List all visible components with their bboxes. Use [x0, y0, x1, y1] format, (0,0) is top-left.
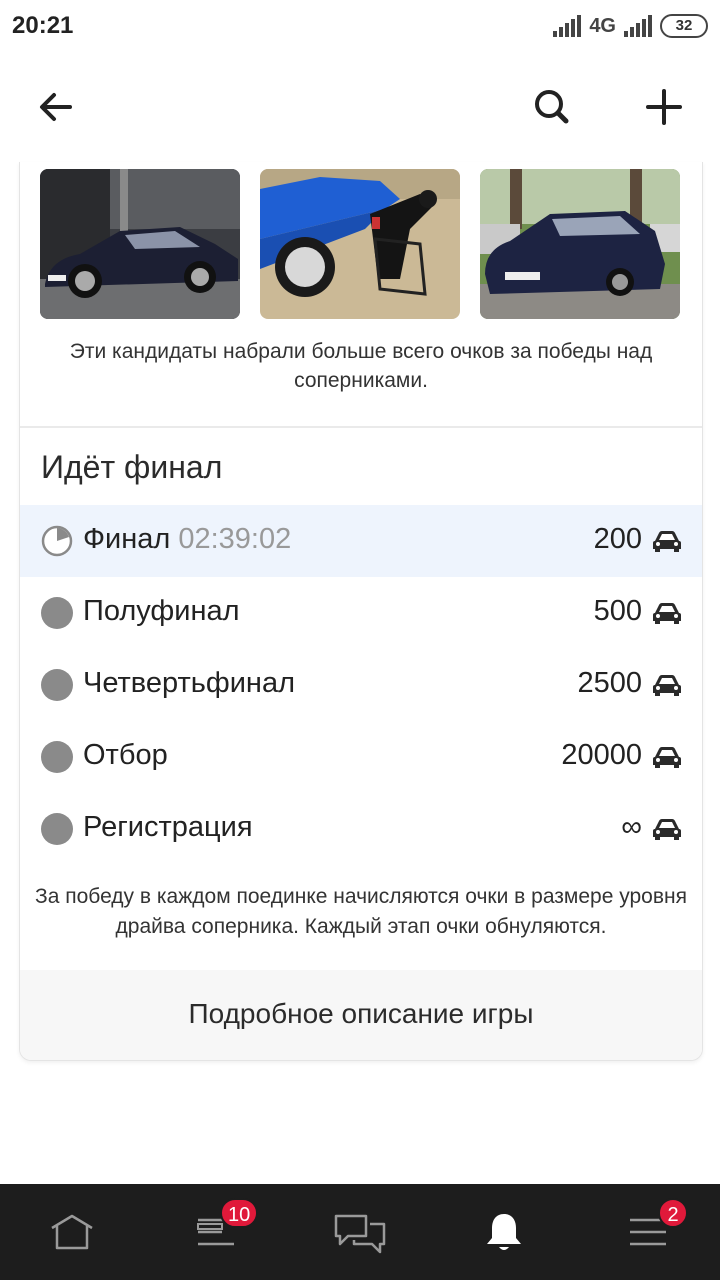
nav-home[interactable]	[0, 1184, 144, 1280]
status-time: 20:21	[12, 12, 74, 39]
stage-name: Отбор	[83, 739, 168, 771]
tournament-card: Эти кандидаты набрали больше всего очков…	[19, 162, 703, 1061]
car-icon	[653, 603, 681, 624]
car-photo-3	[480, 169, 680, 319]
leader-photo-2[interactable]	[260, 169, 460, 319]
leaders-caption: Эти кандидаты набрали больше всего очков…	[69, 340, 653, 392]
stage-points: 20000	[561, 739, 642, 771]
app-bar	[0, 52, 720, 162]
messages-icon	[334, 1214, 386, 1254]
stage-dot-icon	[41, 669, 73, 701]
nav-messages[interactable]	[288, 1184, 432, 1280]
back-arrow-icon	[40, 93, 72, 121]
car-photo-2	[260, 169, 460, 319]
stage-row-registration[interactable]: Регистрация ∞	[20, 793, 702, 865]
stage-dot-icon	[41, 597, 73, 629]
feed-badge: 10	[220, 1198, 259, 1228]
stage-row-quarterfinal[interactable]: Четвертьфинал 2500	[20, 649, 702, 721]
nav-menu[interactable]: 2	[576, 1184, 720, 1280]
car-photo-1	[40, 169, 240, 319]
stage-name: Финал 02:39:02	[83, 523, 292, 555]
content-area: Эти кандидаты набрали больше всего очков…	[0, 162, 720, 1184]
car-icon	[653, 747, 681, 768]
network-type: 4G	[589, 14, 616, 37]
leader-photos	[40, 169, 680, 319]
battery-level: 32	[660, 14, 708, 38]
back-button[interactable]	[26, 77, 86, 137]
timer-pie-icon	[41, 525, 73, 557]
section-divider	[20, 426, 702, 428]
leader-photo-1[interactable]	[40, 169, 240, 319]
stage-row-final[interactable]: Финал 02:39:02 200	[20, 505, 702, 577]
car-icon	[653, 819, 681, 840]
stage-row-semifinal[interactable]: Полуфинал 500	[20, 577, 702, 649]
game-description-button[interactable]: Подробное описание игры	[20, 970, 702, 1060]
add-button[interactable]	[634, 77, 694, 137]
stage-points: 200	[593, 523, 642, 555]
stage-name: Четвертьфинал	[83, 667, 295, 699]
car-icon	[653, 531, 681, 552]
leader-photo-3[interactable]	[480, 169, 680, 319]
stage-row-selection[interactable]: Отбор 20000	[20, 721, 702, 793]
signal-icon-2	[624, 15, 652, 37]
nav-notifications[interactable]	[432, 1184, 576, 1280]
search-button[interactable]	[522, 77, 582, 137]
nav-feed[interactable]: 10	[144, 1184, 288, 1280]
stage-points: 500	[593, 595, 642, 627]
status-bar: 20:21 4G 32	[0, 0, 720, 52]
home-icon	[51, 1214, 93, 1250]
rules-text: За победу в каждом поединке начисляются …	[35, 885, 687, 938]
plus-icon	[646, 89, 682, 125]
stage-timer: 02:39:02	[178, 523, 292, 555]
search-icon	[535, 90, 569, 124]
bell-icon	[487, 1214, 521, 1250]
stage-name: Полуфинал	[83, 595, 240, 627]
stage-dot-icon	[41, 813, 73, 845]
stage-dot-icon	[41, 741, 73, 773]
stage-points: 2500	[577, 667, 642, 699]
section-title: Идёт финал	[41, 449, 223, 485]
bottom-navigation: 10 2	[0, 1184, 720, 1280]
stage-points: ∞	[621, 811, 642, 843]
signal-icon	[553, 15, 582, 37]
stage-name: Регистрация	[83, 811, 253, 843]
status-indicators: 4G 32	[553, 12, 708, 40]
menu-badge: 2	[658, 1198, 688, 1228]
car-icon	[653, 675, 681, 696]
